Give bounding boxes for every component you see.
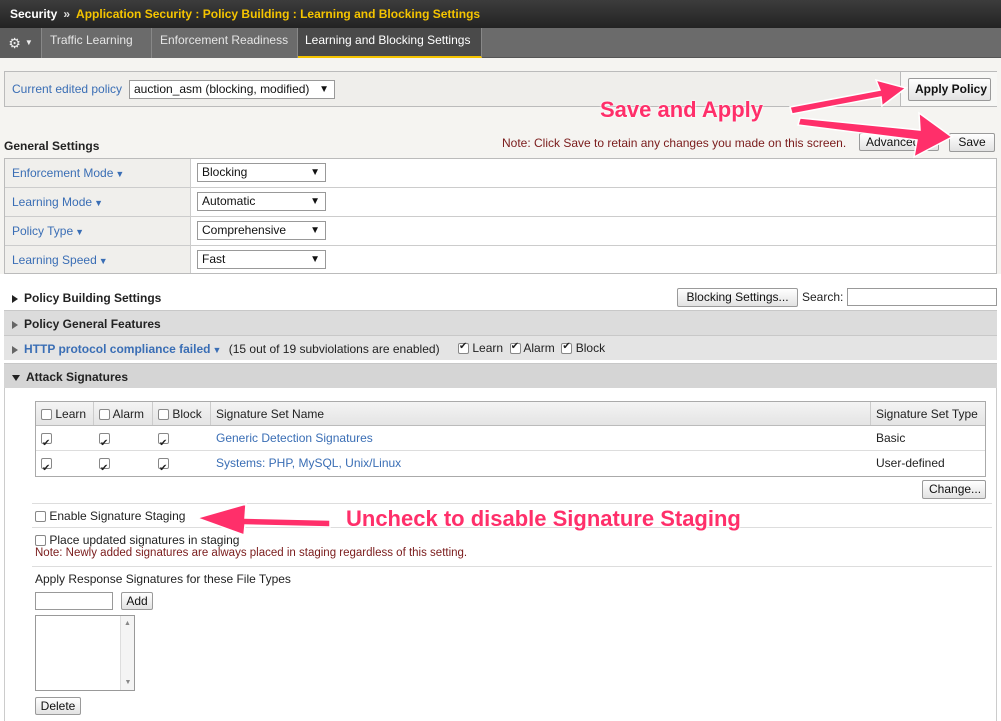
annotation-arrows [194,78,954,537]
arrow-to-staging-icon [194,502,331,537]
save-apply-annotation: Save and Apply [600,97,764,122]
uncheck-staging-annotation: Uncheck to disable Signature Staging [346,506,741,531]
arrow-to-apply-policy-icon [789,78,908,115]
arrow-to-save-icon [797,111,954,159]
